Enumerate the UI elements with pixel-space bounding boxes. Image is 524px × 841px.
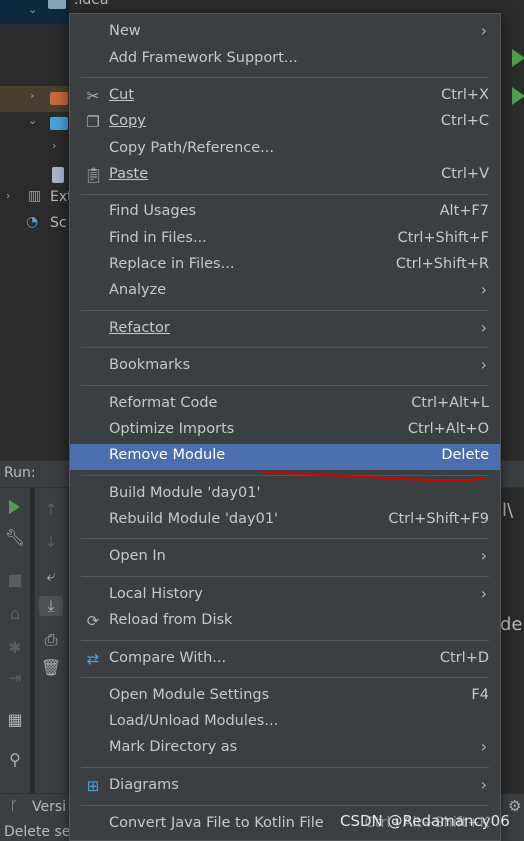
watermark: CSDN @Redamancy06 bbox=[340, 812, 510, 830]
red-underline-annotation bbox=[261, 471, 485, 482]
